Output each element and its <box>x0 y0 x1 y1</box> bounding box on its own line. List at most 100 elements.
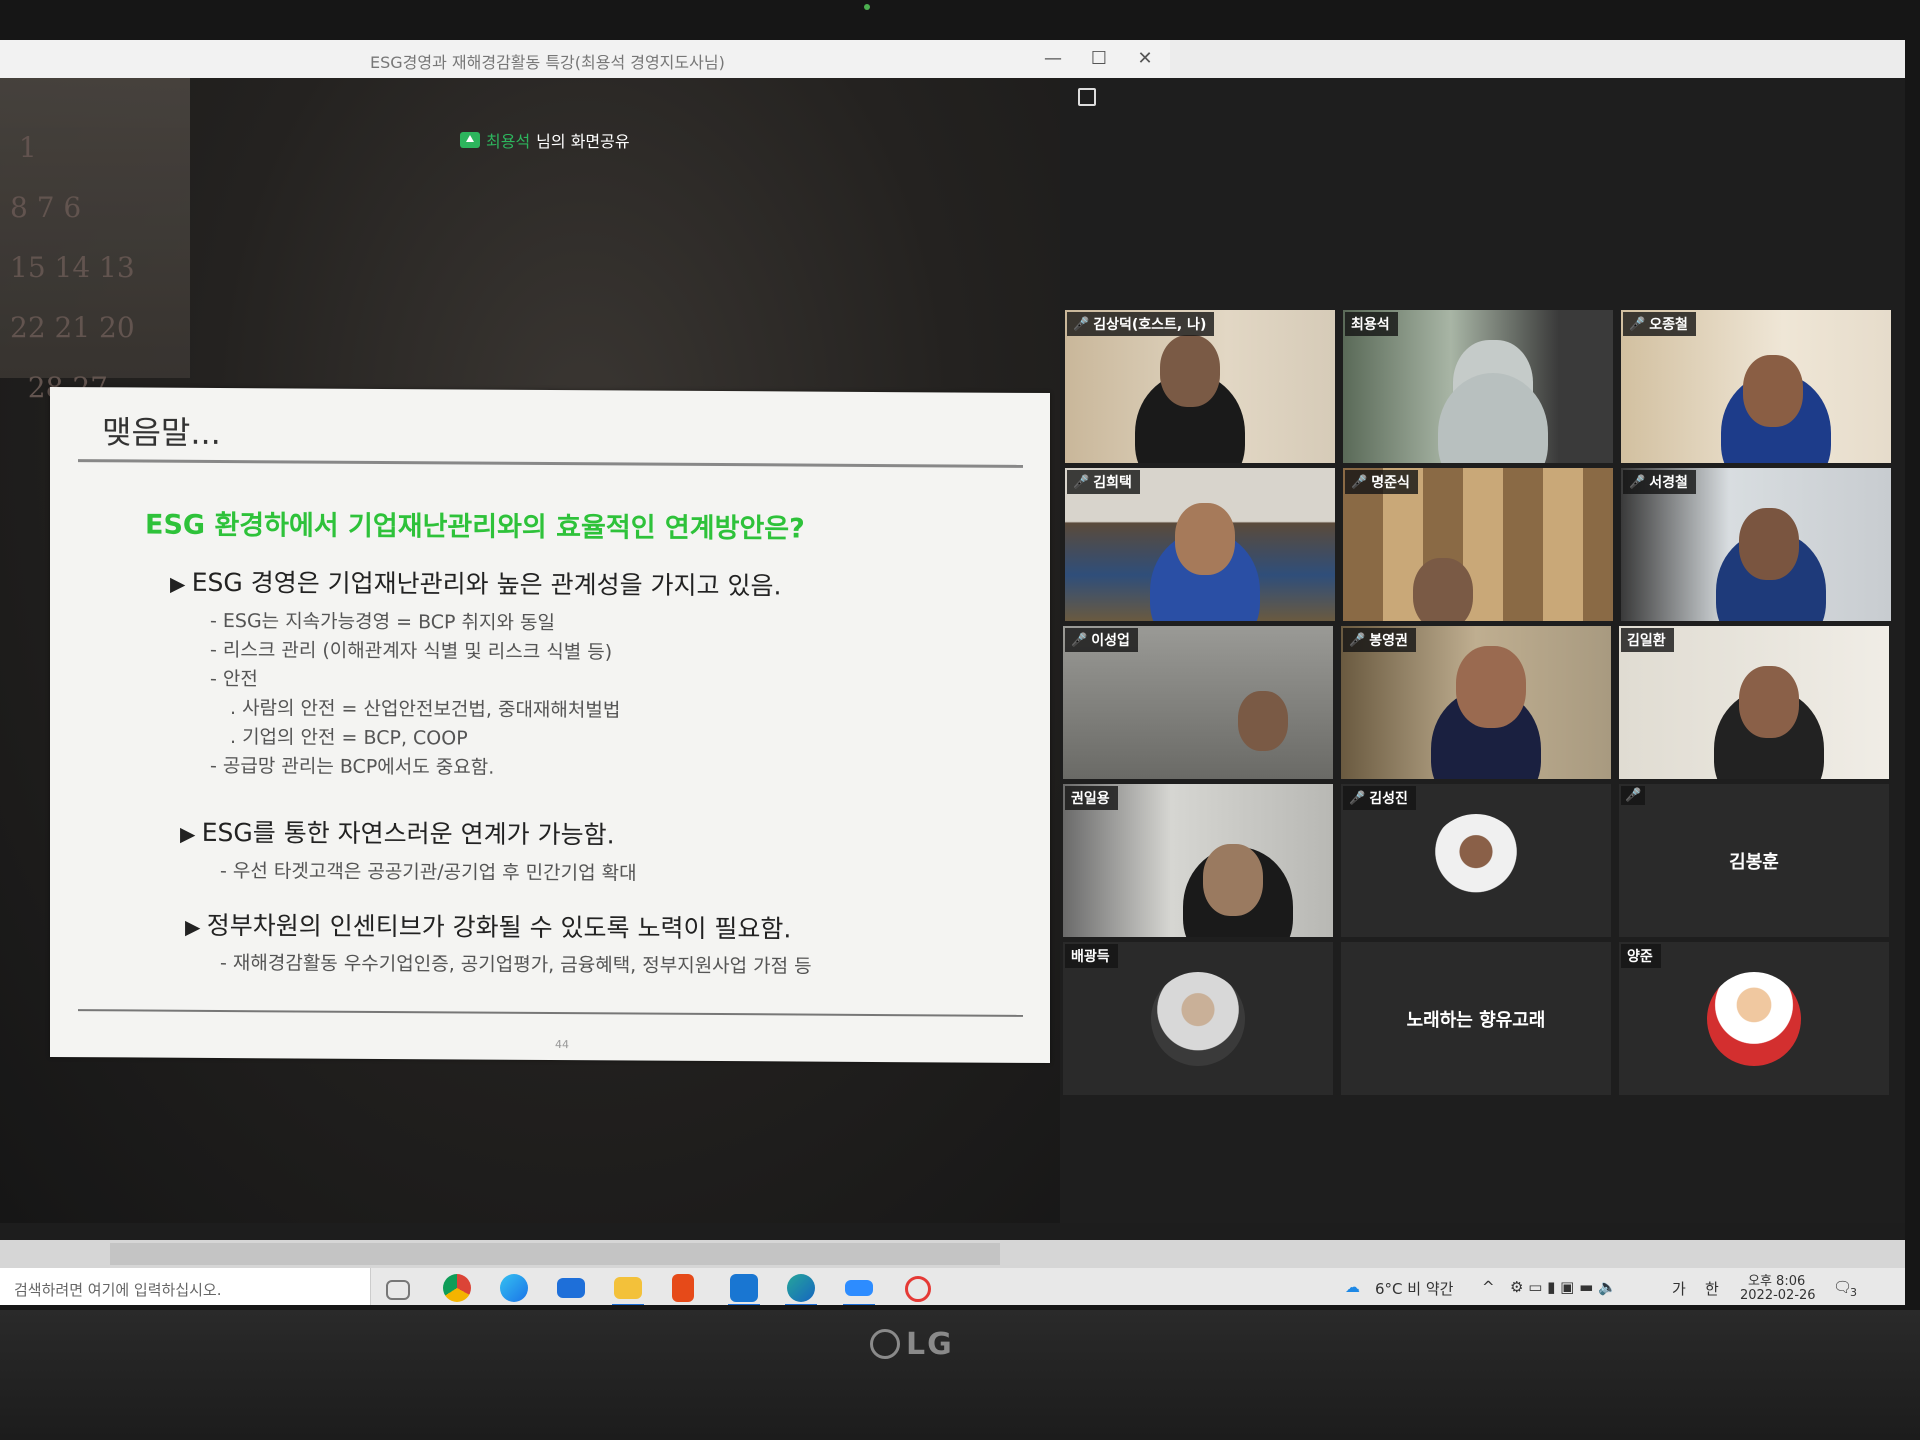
sub-item: - 재해경감활동 우수기업인증, 공기업평가, 금융혜택, 정부지원사업 가점 … <box>220 951 812 978</box>
share-screen-icon <box>460 132 480 148</box>
slide-heading: 맺음말... <box>102 413 221 452</box>
participant-avatar <box>1429 814 1523 908</box>
tray-icons[interactable]: ⚙ ▭ ▮ ▣ ▬ 🔈 <box>1510 1278 1617 1296</box>
presentation-slide: 맺음말... ESG 환경하에서 기업재난관리와의 효율적인 연계방안은? ES… <box>50 386 1050 1064</box>
slide-question: ESG 환경하에서 기업재난관리와의 효율적인 연계방안은? <box>145 509 805 545</box>
participant-display-name: 김봉훈 <box>1729 851 1779 873</box>
sub-item: . 사람의 안전 = 산업안전보건법, 중대재해처벌법 <box>230 697 621 722</box>
slide-footer-line <box>78 1009 1023 1017</box>
presenter-name: 최용석 <box>486 132 531 151</box>
participant-tile[interactable]: 🎤 오종철 <box>1621 310 1891 463</box>
running-indicator <box>843 1304 875 1305</box>
participant-tile[interactable]: 김봉훈 🎤 <box>1619 784 1889 937</box>
participant-tile[interactable]: 🎤 김성진 <box>1341 784 1611 937</box>
lg-brand-text: LG <box>906 1326 954 1362</box>
participant-name-tag: 권일용 <box>1065 786 1118 810</box>
muted-mic-icon: 🎤 <box>1625 788 1642 803</box>
muted-mic-icon: 🎤 <box>1349 790 1366 806</box>
zoom-title-bar: ESG경영과 재해경감활동 특강(최용석 경영지도사님) — ☐ ✕ <box>0 40 1170 79</box>
tray-chevron-icon[interactable]: ^ <box>1482 1278 1495 1296</box>
participant-name-tag: 🎤 김희택 <box>1067 470 1140 494</box>
participant-name-tag: 🎤 봉영권 <box>1343 628 1416 652</box>
task-view-icon[interactable] <box>386 1280 410 1300</box>
participant-tile[interactable]: 🎤 명준식 <box>1343 468 1613 621</box>
zoom-icon[interactable] <box>845 1280 873 1296</box>
sub-item: - ESG는 지속가능경영 = BCP 취지와 동일 <box>210 609 555 635</box>
participant-name-tag: 🎤 <box>1621 786 1646 805</box>
participant-tile[interactable]: 🎤 이성업 <box>1063 626 1333 779</box>
popout-icon[interactable] <box>1078 88 1096 106</box>
lg-logo: LG <box>870 1322 970 1366</box>
participant-tile[interactable]: 배광득 <box>1063 942 1333 1095</box>
screen: ESG경영과 재해경감활동 특강(최용석 경영지도사님) — ☐ ✕ 18 7 … <box>0 40 1905 1305</box>
share-suffix: 님의 화면공유 <box>536 132 630 151</box>
notification-count: 3 <box>1850 1286 1857 1299</box>
weather-icon: ☁ <box>1345 1278 1360 1296</box>
participant-avatar <box>1151 972 1245 1066</box>
participant-tile[interactable]: 🎤 김상덕(호스트, 나) <box>1065 310 1335 463</box>
participant-name-tag: 🎤 김성진 <box>1343 786 1416 810</box>
bullet-2: ESG를 통한 자연스러운 연계가 가능함. <box>180 813 615 852</box>
snip-icon[interactable] <box>905 1276 931 1302</box>
participant-name-tag: 🎤 이성업 <box>1065 628 1138 652</box>
mail-icon[interactable] <box>557 1278 585 1298</box>
muted-mic-icon: 🎤 <box>1349 632 1366 648</box>
app-icon[interactable] <box>730 1274 758 1302</box>
participant-tile-active-speaker[interactable]: 최용석 <box>1343 310 1613 463</box>
shared-screen-area: 18 7 615 14 1322 21 20 28 27 최용석 님의 화면공유… <box>0 78 1060 1223</box>
participant-name-tag: 김일환 <box>1621 628 1674 652</box>
participant-tile[interactable]: 🎤 서경철 <box>1621 468 1891 621</box>
windows-taskbar: 검색하려면 여기에 입력하십시오. ☁ 6°C 비 약간 ^ ⚙ ▭ ▮ ▣ ▬… <box>0 1268 1905 1305</box>
webcam-indicator <box>864 4 870 10</box>
slide-divider <box>78 459 1023 468</box>
participant-avatar <box>1707 972 1801 1066</box>
office-icon[interactable] <box>672 1274 694 1302</box>
minimize-button[interactable]: — <box>1040 46 1066 72</box>
participant-name-tag: 최용석 <box>1345 312 1398 336</box>
participant-name-tag: 양준 <box>1621 944 1661 968</box>
sub-item: - 공급망 관리는 BCP에서도 중요함. <box>210 754 495 779</box>
muted-mic-icon: 🎤 <box>1629 474 1646 490</box>
participant-tile[interactable]: 🎤 김희택 <box>1065 468 1335 621</box>
app-icon-2[interactable] <box>787 1274 815 1302</box>
muted-mic-icon: 🎤 <box>1073 474 1090 490</box>
participant-name-tag: 배광득 <box>1065 944 1118 968</box>
muted-mic-icon: 🎤 <box>1073 316 1090 332</box>
running-indicator <box>785 1304 817 1305</box>
clock-time[interactable]: 오후 8:06 <box>1748 1270 1805 1289</box>
participant-tile[interactable]: 노래하는 향유고래 <box>1341 942 1611 1095</box>
close-button[interactable]: ✕ <box>1132 46 1158 72</box>
muted-mic-icon: 🎤 <box>1629 316 1646 332</box>
bullet-3: 정부차원의 인센티브가 강화될 수 있도록 노력이 필요함. <box>185 906 792 946</box>
horizontal-scrollbar[interactable] <box>0 1240 1905 1268</box>
participant-gallery: 🎤 김상덕(호스트, 나) 최용석 🎤 오종철 🎤 김희택 🎤 명준식 🎤 서경… <box>1060 78 1905 1223</box>
participant-tile[interactable]: 🎤 봉영권 <box>1341 626 1611 779</box>
muted-mic-icon: 🎤 <box>1351 474 1368 490</box>
file-explorer-icon[interactable] <box>614 1277 642 1299</box>
scrollbar-thumb[interactable] <box>110 1243 1000 1265</box>
participant-display-name: 노래하는 향유고래 <box>1406 1009 1546 1031</box>
background-window-titlebar <box>1170 40 1905 78</box>
participant-tile[interactable]: 김일환 <box>1619 626 1889 779</box>
participant-name-tag: 🎤 서경철 <box>1623 470 1696 494</box>
search-placeholder: 검색하려면 여기에 입력하십시오. <box>14 1281 222 1299</box>
slide-page-number: 44 <box>555 1038 569 1052</box>
running-indicator <box>728 1304 760 1305</box>
sub-item: . 기업의 안전 = BCP, COOP <box>230 726 468 750</box>
window-title: ESG경영과 재해경감활동 특강(최용석 경영지도사님) <box>370 53 725 72</box>
participant-tile[interactable]: 양준 <box>1619 942 1889 1095</box>
participant-name-tag: 🎤 김상덕(호스트, 나) <box>1067 312 1215 336</box>
muted-mic-icon: 🎤 <box>1071 632 1088 648</box>
ime-mode[interactable]: 한 <box>1705 1278 1719 1299</box>
weather-text[interactable]: 6°C 비 약간 <box>1375 1278 1453 1299</box>
chrome-icon[interactable] <box>443 1274 471 1302</box>
participant-name-tag: 🎤 명준식 <box>1345 470 1418 494</box>
clock-date[interactable]: 2022-02-26 <box>1740 1288 1816 1303</box>
background-wall-calendar: 18 7 615 14 1322 21 20 28 27 <box>0 78 190 404</box>
maximize-button[interactable]: ☐ <box>1086 46 1112 72</box>
taskbar-search-box[interactable]: 검색하려면 여기에 입력하십시오. <box>0 1268 371 1305</box>
running-indicator <box>612 1304 644 1305</box>
ime-indicator[interactable]: 가 <box>1672 1278 1686 1299</box>
participant-tile[interactable]: 권일용 <box>1063 784 1333 937</box>
edge-icon[interactable] <box>500 1274 528 1302</box>
